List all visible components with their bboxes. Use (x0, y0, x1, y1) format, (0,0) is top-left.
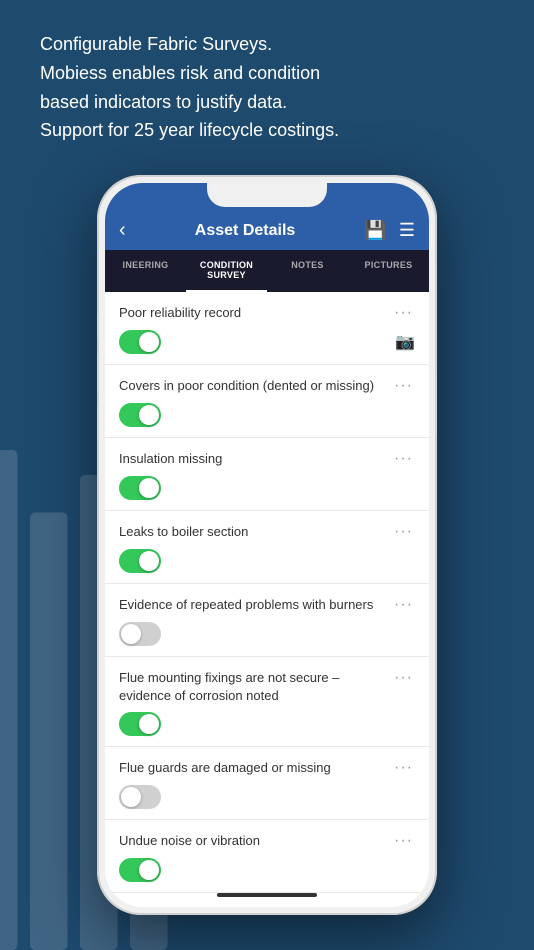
survey-item: Flue mounting fixings are not secure – e… (105, 657, 429, 747)
item-menu-button[interactable]: ··· (392, 377, 415, 395)
survey-item-label: Covers in poor condition (dented or miss… (119, 377, 392, 395)
back-button[interactable]: ‹ (119, 219, 126, 242)
survey-item-label: Evidence of repeated problems with burne… (119, 596, 392, 614)
tab-notes[interactable]: NOTES (267, 250, 348, 292)
tab-condition-survey[interactable]: CONDITION SURVEY (186, 250, 267, 292)
item-menu-button[interactable]: ··· (392, 450, 415, 468)
power-button (436, 375, 437, 435)
item-menu-button[interactable]: ··· (392, 596, 415, 614)
survey-item: Covers in poor condition (dented or miss… (105, 365, 429, 438)
item-menu-button[interactable]: ··· (392, 759, 415, 777)
menu-button[interactable]: ☰ (399, 220, 415, 241)
survey-item-toggle[interactable] (119, 785, 161, 809)
tab-pictures[interactable]: PICTURES (348, 250, 429, 292)
survey-item: Undue noise or vibration ··· (105, 820, 429, 893)
survey-item-toggle[interactable] (119, 330, 161, 354)
survey-item-toggle[interactable] (119, 403, 161, 427)
survey-item: Flue guards are damaged or missing ··· (105, 747, 429, 820)
item-menu-button[interactable]: ··· (392, 669, 415, 687)
phone-frame: ‹ Asset Details 💾 ☰ INEERING CONDITION S… (97, 175, 437, 915)
app-header: ‹ Asset Details 💾 ☰ (105, 211, 429, 250)
app-title: Asset Details (195, 222, 296, 240)
save-button[interactable]: 💾 (364, 220, 386, 241)
survey-item-label: Flue guards are damaged or missing (119, 759, 392, 777)
survey-item: Poor reliability record ··· 📷 (105, 292, 429, 365)
item-menu-button[interactable]: ··· (392, 304, 415, 322)
volume-down-button (97, 405, 98, 441)
survey-item-toggle[interactable] (119, 858, 161, 882)
survey-item-toggle[interactable] (119, 712, 161, 736)
survey-item: Evidence of repeated problems with burne… (105, 584, 429, 657)
content-area: Poor reliability record ··· 📷 Covers in … (105, 292, 429, 907)
survey-item-label: Major deterioration and/or damage (119, 905, 392, 907)
survey-item-toggle[interactable] (119, 622, 161, 646)
silent-switch (97, 315, 98, 339)
survey-item-label: Flue mounting fixings are not secure – e… (119, 669, 392, 704)
tab-bar: INEERING CONDITION SURVEY NOTES PICTURES (105, 250, 429, 292)
survey-item-toggle[interactable] (119, 549, 161, 573)
tab-engineering[interactable]: INEERING (105, 250, 186, 292)
notch (207, 183, 327, 207)
survey-item-label: Undue noise or vibration (119, 832, 392, 850)
survey-item-label: Insulation missing (119, 450, 392, 468)
phone-screen: ‹ Asset Details 💾 ☰ INEERING CONDITION S… (105, 183, 429, 907)
item-menu-button[interactable]: ··· (392, 905, 415, 907)
item-menu-button[interactable]: ··· (392, 832, 415, 850)
survey-item-toggle[interactable] (119, 476, 161, 500)
survey-item: Leaks to boiler section ··· (105, 511, 429, 584)
promo-text: Configurable Fabric Surveys. Mobiess ena… (0, 30, 534, 145)
item-menu-button[interactable]: ··· (392, 523, 415, 541)
volume-up-button (97, 355, 98, 391)
survey-item-label: Leaks to boiler section (119, 523, 392, 541)
home-indicator (217, 893, 317, 897)
header-actions: 💾 ☰ (364, 220, 415, 241)
camera-icon[interactable]: 📷 (395, 332, 415, 352)
survey-item: Insulation missing ··· (105, 438, 429, 511)
survey-item-label: Poor reliability record (119, 304, 392, 322)
